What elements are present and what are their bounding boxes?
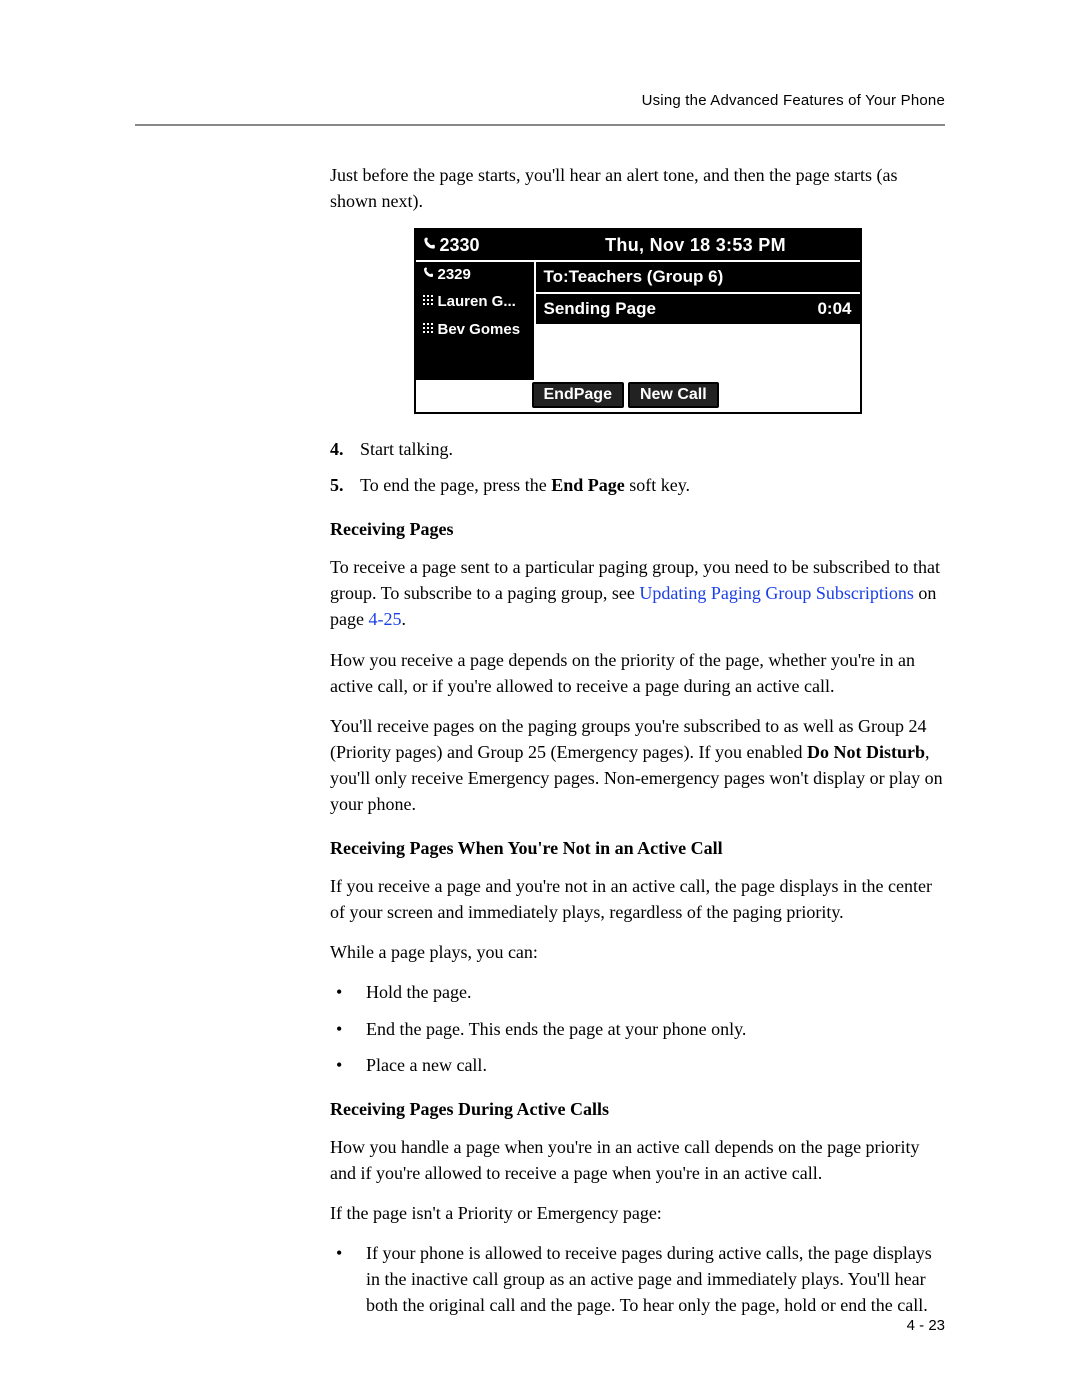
phone-status-label: Sending Page [544,294,656,324]
phone-datetime: Thu, Nov 18 3:53 PM [532,232,860,258]
contacts-icon [422,291,434,313]
page-number: 4 - 23 [907,1315,945,1337]
text: To end the page, press the [360,475,551,495]
phone-status-time: 0:04 [817,294,851,324]
bullet-icon: • [330,1016,366,1042]
paragraph: How you receive a page depends on the pr… [330,647,945,699]
softkey-name: End Page [551,475,625,495]
paragraph: To receive a page sent to a particular p… [330,554,945,632]
heading-during-active-calls: Receiving Pages During Active Calls [330,1096,945,1122]
list-item: • Hold the page. [330,979,945,1005]
softkey-newcall[interactable]: New Call [628,382,719,408]
document-page: Using the Advanced Features of Your Phon… [0,0,1080,1397]
step-text: Start talking. [360,436,945,462]
feature-name: Do Not Disturb [807,742,925,762]
list-text: End the page. This ends the page at your… [366,1016,945,1042]
phone-line-list: 2329 Lauren G... Bev Gomes [416,260,536,380]
phone-line-label: Bev Gomes [438,319,521,341]
phone-softkey-row: EndPage New Call [526,380,860,412]
step-5: 5. To end the page, press the End Page s… [330,472,945,498]
paragraph: If the page isn't a Priority or Emergenc… [330,1200,945,1226]
phone-line-label: Lauren G... [438,291,516,313]
bullet-icon: • [330,979,366,1005]
heading-receiving-pages: Receiving Pages [330,516,945,542]
intro-paragraph: Just before the page starts, you'll hear… [330,162,945,214]
softkey-endpage[interactable]: EndPage [532,382,624,408]
heading-not-active-call: Receiving Pages When You're Not in an Ac… [330,835,945,861]
list-text: Place a new call. [366,1052,945,1078]
bullet-icon: • [330,1052,366,1078]
handset-icon [422,264,434,286]
phone-body: 2329 Lauren G... Bev Gomes [416,260,860,380]
list-item: • End the page. This ends the page at yo… [330,1016,945,1042]
phone-main: To:Teachers (Group 6) Sending Page 0:04 [536,260,860,380]
paragraph: If you receive a page and you're not in … [330,873,945,925]
running-header: Using the Advanced Features of Your Phon… [135,90,945,112]
step-text: To end the page, press the End Page soft… [360,472,945,498]
step-marker: 5. [330,472,360,498]
phone-line-item: 2329 [416,260,534,288]
paragraph: While a page plays, you can: [330,939,945,965]
bullet-icon: • [330,1240,366,1318]
list-text: If your phone is allowed to receive page… [366,1240,945,1318]
paragraph: How you handle a page when you're in an … [330,1134,945,1186]
phone-titlebar: 2330 Thu, Nov 18 3:53 PM [416,230,860,260]
step-4: 4. Start talking. [330,436,945,462]
phone-screenshot: 2330 Thu, Nov 18 3:53 PM 2329 [414,228,862,414]
phone-status-line: Sending Page 0:04 [536,294,860,324]
contacts-icon [422,319,434,341]
list-item: • Place a new call. [330,1052,945,1078]
phone-blank-area [536,324,860,380]
link-updating-subscriptions[interactable]: Updating Paging Group Subscriptions [639,583,914,603]
step-marker: 4. [330,436,360,462]
phone-line-item: Lauren G... [416,288,534,316]
phone-ext-top-label: 2330 [440,232,480,258]
list-text: Hold the page. [366,979,945,1005]
text: soft key. [625,475,690,495]
handset-icon [422,232,436,258]
list-item: • If your phone is allowed to receive pa… [330,1240,945,1318]
phone-to-line: To:Teachers (Group 6) [536,260,860,294]
phone-line-item: Bev Gomes [416,316,534,344]
paragraph: You'll receive pages on the paging group… [330,713,945,817]
phone-ext-top: 2330 [416,232,532,258]
text: . [401,609,406,629]
link-page-ref[interactable]: 4-25 [368,609,401,629]
phone-line-label: 2329 [438,264,471,286]
content-column: Just before the page starts, you'll hear… [330,162,945,1319]
header-rule [135,124,945,126]
